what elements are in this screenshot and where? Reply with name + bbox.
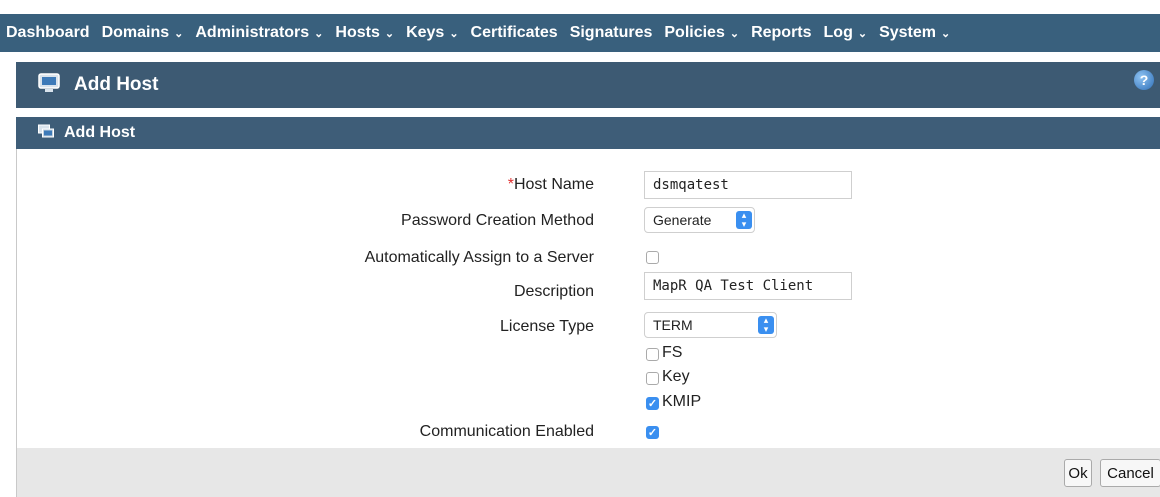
license-fs-label: FS <box>662 344 683 361</box>
nav-label: Keys <box>406 24 445 41</box>
nav-signatures[interactable]: Signatures <box>570 24 653 42</box>
nav-dashboard[interactable]: Dashboard <box>6 24 90 42</box>
host-name-label-text: Host Name <box>513 176 594 193</box>
monitor-icon <box>38 72 60 99</box>
license-type-value: TERM <box>653 317 693 333</box>
license-key-label: Key <box>662 368 690 385</box>
nav-label: Reports <box>751 24 812 41</box>
hosts-icon <box>38 123 54 144</box>
description-label: Description <box>513 283 594 300</box>
license-kmip-checkbox[interactable]: ✓ <box>646 397 659 410</box>
communication-enabled-checkbox[interactable]: ✓ <box>646 426 659 439</box>
nav-domains[interactable]: Domains ⌄ <box>102 24 184 42</box>
nav-label: Policies <box>664 24 725 41</box>
password-method-label: Password Creation Method <box>401 212 594 229</box>
nav-label: Domains <box>101 24 170 41</box>
caret-down-icon: ⌄ <box>314 27 324 40</box>
nav-label: Administrators <box>195 24 310 41</box>
nav-label: System <box>879 24 936 41</box>
license-type-label: License Type <box>500 318 594 335</box>
caret-down-icon: ⌄ <box>384 27 395 40</box>
select-arrows-icon: ▴ ▾ <box>758 316 774 334</box>
ok-button[interactable]: Ok <box>1064 459 1092 487</box>
nav-reports[interactable]: Reports <box>751 24 811 42</box>
nav-log[interactable]: Log ⌄ <box>824 24 868 42</box>
communication-enabled-label: Communication Enabled <box>419 423 594 440</box>
section-title: Add Host <box>64 124 136 141</box>
section-header: Add Host <box>16 117 1160 149</box>
license-key-checkbox[interactable] <box>646 372 659 385</box>
add-host-form: *Host Name Password Creation Method Gene… <box>16 149 1160 448</box>
license-kmip-label: KMIP <box>662 393 702 410</box>
page-title: Add Host <box>74 74 159 95</box>
nav-hosts[interactable]: Hosts ⌄ <box>335 24 394 42</box>
nav-system[interactable]: System ⌄ <box>879 24 950 42</box>
nav-keys[interactable]: Keys ⌄ <box>406 24 458 42</box>
password-method-select[interactable]: Generate ▴ ▾ <box>644 207 755 233</box>
nav-certificates[interactable]: Certificates <box>471 24 558 42</box>
page-header: Add Host ? <box>16 62 1160 108</box>
caret-down-icon: ⌄ <box>729 27 740 40</box>
host-name-label: *Host Name <box>508 176 594 194</box>
caret-down-icon: ⌄ <box>857 27 868 40</box>
select-arrows-icon: ▴ ▾ <box>736 211 752 229</box>
cancel-button[interactable]: Cancel <box>1100 459 1160 487</box>
caret-down-icon: ⌄ <box>941 27 951 40</box>
auto-assign-checkbox[interactable] <box>646 251 659 264</box>
nav-policies[interactable]: Policies ⌄ <box>664 24 739 42</box>
host-name-input[interactable] <box>644 171 852 199</box>
license-type-select[interactable]: TERM ▴ ▾ <box>644 312 777 338</box>
caret-down-icon: ⌄ <box>449 27 459 40</box>
form-footer: Ok Cancel <box>16 448 1160 497</box>
main-navbar: Dashboard Domains ⌄ Administrators ⌄ Hosts… <box>0 14 1160 52</box>
password-method-value: Generate <box>653 212 712 228</box>
nav-administrators[interactable]: Administrators ⌄ <box>195 24 323 42</box>
nav-label: Hosts <box>335 24 380 41</box>
nav-label: Certificates <box>470 24 558 41</box>
license-fs-checkbox[interactable] <box>646 348 659 361</box>
nav-label: Dashboard <box>6 24 90 41</box>
nav-label: Log <box>823 24 853 41</box>
description-input[interactable] <box>644 272 852 300</box>
auto-assign-label: Automatically Assign to a Server <box>364 249 594 266</box>
caret-down-icon: ⌄ <box>174 27 184 40</box>
help-icon[interactable]: ? <box>1134 70 1154 90</box>
nav-label: Signatures <box>569 24 653 41</box>
